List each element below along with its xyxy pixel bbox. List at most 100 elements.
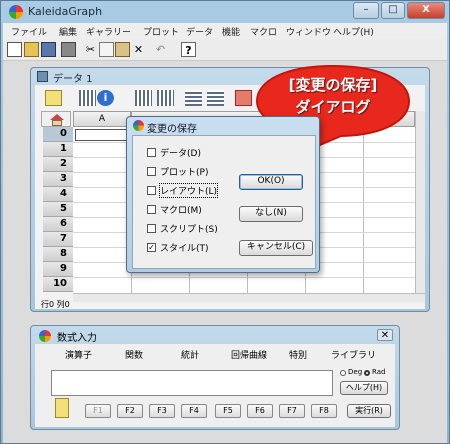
menu-plot[interactable]: プロット — [143, 25, 179, 38]
none-button[interactable]: なし(N) — [239, 206, 303, 222]
callout-line-2: ダイアログ — [295, 98, 371, 116]
open-folder-icon[interactable] — [24, 42, 39, 57]
row-header[interactable]: 1 — [43, 142, 73, 157]
formula-help-button[interactable]: ヘルプ(H) — [340, 381, 388, 395]
row-header[interactable]: 2 — [43, 157, 73, 172]
f3-button[interactable]: F3 — [149, 404, 175, 418]
save-icon[interactable] — [41, 42, 56, 57]
f8-button[interactable]: F8 — [311, 404, 337, 418]
row-header[interactable]: 6 — [43, 217, 73, 232]
maximize-button[interactable]: □ — [381, 2, 405, 19]
formula-close-button[interactable]: ✕ — [377, 329, 393, 341]
menu-statistics[interactable]: 統計 — [181, 348, 199, 361]
formula-window-body: 演算子 関数 統計 回帰曲線 特別 ライブラリ Deg Rad ヘルプ(H) F… — [35, 344, 395, 427]
callout-line-1: [変更の保存] — [288, 76, 378, 94]
menu-edit[interactable]: 編集 — [59, 25, 77, 38]
checkbox-macro[interactable] — [147, 205, 156, 214]
deg-radio-label[interactable]: Deg — [348, 368, 362, 376]
f2-button[interactable]: F2 — [117, 404, 143, 418]
checkbox-data-label[interactable]: データ(D) — [160, 146, 201, 159]
app-logo-icon — [9, 5, 23, 19]
checkbox-style-label[interactable]: スタイル(T) — [160, 241, 209, 254]
insert-row-icon[interactable] — [185, 90, 202, 106]
cell-status: 行0 列0 — [41, 300, 70, 309]
menu-data[interactable]: データ — [186, 25, 213, 38]
run-button[interactable]: 実行(R) — [347, 404, 391, 418]
f5-button[interactable]: F5 — [215, 404, 241, 418]
checkbox-plot[interactable] — [147, 167, 156, 176]
note-icon[interactable] — [45, 90, 62, 106]
main-window: KaleidaGraph – □ X ファイル 編集 ギャラリー プロット デー… — [0, 0, 450, 444]
ok-button[interactable]: OK(O) — [239, 174, 303, 190]
delete-icon[interactable]: ✕ — [131, 42, 146, 57]
vertical-scrollbar[interactable] — [415, 111, 425, 293]
menu-gallery[interactable]: ギャラリー — [86, 25, 131, 38]
menu-function[interactable]: 機能 — [222, 25, 240, 38]
checkbox-script[interactable] — [147, 224, 156, 233]
cancel-button[interactable]: キャンセル(C) — [239, 240, 313, 256]
menu-file[interactable]: ファイル — [11, 25, 47, 38]
row-header[interactable]: 3 — [43, 172, 73, 187]
row-header[interactable]: 8 — [43, 247, 73, 262]
dialog-body: データ(D) プロット(P) レイアウト(L) マクロ(M) スクリプト(S) … — [132, 135, 316, 269]
title-bar: KaleidaGraph – □ X — [1, 1, 449, 23]
checkbox-layout[interactable] — [147, 186, 156, 195]
formula-window-title: 数式入力 — [57, 333, 97, 344]
rad-radio[interactable] — [364, 370, 370, 376]
menu-macro[interactable]: マクロ — [250, 25, 277, 38]
f1-button[interactable]: F1 — [85, 404, 111, 418]
data-window-title: データ 1 — [53, 74, 93, 85]
print-icon[interactable] — [61, 42, 76, 57]
insert-column-icon[interactable] — [135, 90, 152, 106]
minimize-button[interactable]: – — [353, 2, 379, 19]
cut-icon[interactable]: ✂ — [83, 42, 98, 57]
note-icon[interactable] — [55, 398, 69, 418]
f7-button[interactable]: F7 — [279, 404, 305, 418]
row-header[interactable]: 4 — [43, 187, 73, 202]
row-header[interactable]: 10 — [43, 277, 73, 292]
formula-entry-window: 数式入力 ✕ 演算子 関数 統計 回帰曲線 特別 ライブラリ Deg Rad ヘ… — [30, 325, 400, 430]
row-header[interactable]: 9 — [43, 262, 73, 277]
grid-line — [73, 277, 423, 278]
move-left-icon[interactable] — [157, 90, 174, 106]
menu-special[interactable]: 特別 — [289, 348, 307, 361]
checkbox-script-label[interactable]: スクリプト(S) — [160, 222, 218, 235]
info-icon[interactable]: i — [97, 90, 114, 106]
app-title: KaleidaGraph — [28, 5, 103, 18]
checkbox-layout-label[interactable]: レイアウト(L) — [158, 183, 219, 198]
menu-help[interactable]: ヘルプ(H) — [333, 25, 374, 38]
formula-window-icon — [39, 330, 51, 342]
f4-button[interactable]: F4 — [181, 404, 207, 418]
checkbox-style[interactable]: ✓ — [147, 243, 156, 252]
row-header[interactable]: 5 — [43, 202, 73, 217]
save-changes-dialog: 変更の保存 データ(D) プロット(P) レイアウト(L) マクロ(M) スクリ… — [126, 116, 320, 273]
row-header[interactable]: 7 — [43, 232, 73, 247]
move-up-icon[interactable] — [207, 90, 224, 106]
menu-operators[interactable]: 演算子 — [65, 348, 92, 361]
checkbox-macro-label[interactable]: マクロ(M) — [160, 203, 202, 216]
close-button[interactable]: X — [407, 2, 445, 19]
formula-input[interactable] — [51, 370, 333, 396]
checkbox-plot-label[interactable]: プロット(P) — [160, 165, 208, 178]
checkbox-data[interactable] — [147, 148, 156, 157]
undo-icon[interactable]: ↶ — [153, 42, 168, 57]
new-file-icon[interactable] — [7, 42, 22, 57]
paste-icon[interactable] — [115, 42, 130, 57]
horizontal-scrollbar[interactable] — [73, 293, 425, 302]
column-format-icon[interactable] — [79, 90, 96, 106]
row-header[interactable]: 0 — [43, 127, 73, 142]
sort-icon[interactable] — [235, 90, 252, 106]
menu-window[interactable]: ウィンドウ — [286, 25, 331, 38]
selected-cell[interactable] — [75, 129, 131, 141]
home-icon[interactable] — [41, 111, 71, 127]
menu-library[interactable]: ライブラリ — [331, 348, 376, 361]
menu-curve-fit[interactable]: 回帰曲線 — [231, 348, 267, 361]
f6-button[interactable]: F6 — [247, 404, 273, 418]
menu-functions[interactable]: 関数 — [125, 348, 143, 361]
help-icon[interactable]: ? — [181, 42, 196, 57]
deg-radio[interactable] — [340, 370, 346, 376]
dialog-title: 変更の保存 — [147, 124, 197, 135]
rad-radio-label[interactable]: Rad — [372, 368, 385, 376]
column-header-a[interactable]: A — [73, 111, 131, 127]
copy-icon[interactable] — [99, 42, 114, 57]
